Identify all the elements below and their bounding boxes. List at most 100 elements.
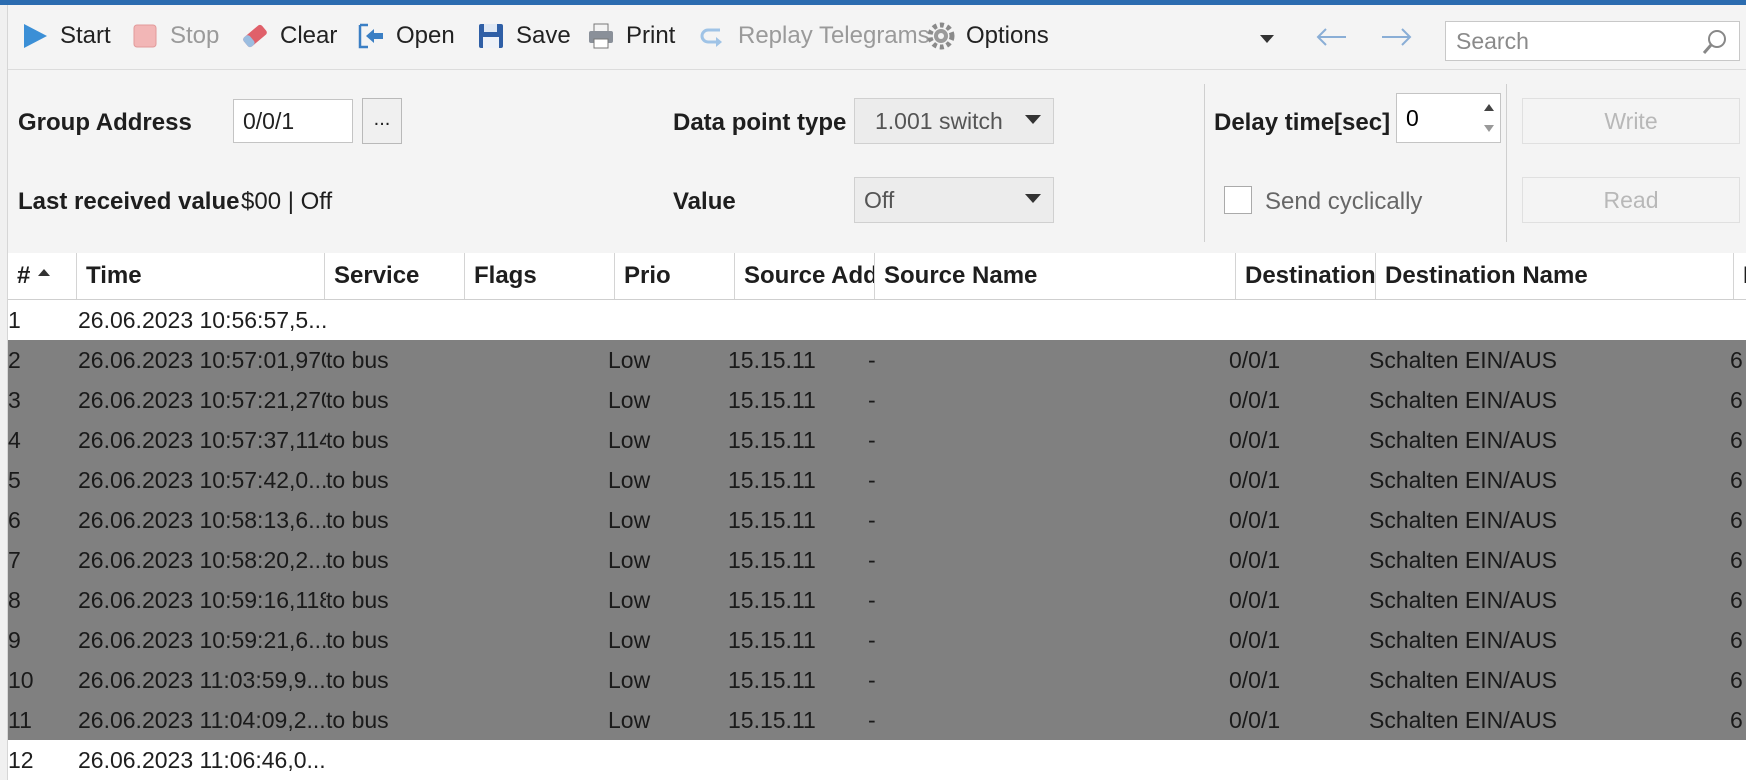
cell-prio: Low	[608, 587, 651, 613]
value-select[interactable]: Off	[854, 177, 1054, 223]
column-header-number[interactable]: #	[8, 253, 77, 299]
table-row[interactable]: 11 26.06.2023 11:04:09,2... to bus Low 15.15…	[8, 700, 1746, 740]
table-row[interactable]: 9 26.06.2023 10:59:21,6... to bus Low 15.15.…	[8, 620, 1746, 660]
replay-icon	[698, 21, 728, 51]
search-input[interactable]	[1446, 22, 1696, 60]
open-label: Open	[396, 22, 455, 49]
cell-service: to bus	[326, 627, 389, 653]
cell-number: 7	[8, 547, 21, 573]
table-row[interactable]: 10 26.06.2023 11:03:59,9... to bus Low 15.15…	[8, 660, 1746, 700]
cell-number: 2	[8, 347, 21, 373]
cell-prio: Low	[608, 427, 651, 453]
cell-number: 5	[8, 467, 21, 493]
clear-label: Clear	[280, 22, 338, 49]
table-row[interactable]: 1 26.06.2023 10:56:57,5...	[8, 300, 1746, 340]
gear-icon	[926, 21, 956, 51]
cell-number: 9	[8, 627, 21, 653]
value-label: Value	[673, 188, 736, 215]
send-cyclically-checkbox[interactable]	[1224, 186, 1252, 214]
column-header-flags[interactable]: Flags	[465, 253, 615, 299]
cell-prio: Low	[608, 547, 651, 573]
stop-button[interactable]: Stop	[130, 19, 219, 53]
start-button[interactable]: Start	[20, 19, 111, 53]
cell-source-address: 15.15.11	[728, 347, 816, 373]
search-box[interactable]	[1445, 21, 1740, 61]
telegram-table: 1 26.06.2023 10:56:57,5... 2 26.06.2023 10:…	[8, 300, 1746, 780]
cell-source-address	[728, 300, 878, 340]
column-header-info[interactable]: I	[1734, 253, 1746, 299]
options-button[interactable]: Options	[926, 19, 1049, 53]
search-icon[interactable]	[1701, 28, 1729, 56]
clear-button[interactable]: Clear	[240, 19, 337, 53]
cell-source-name: -	[868, 347, 876, 373]
dpt-value: 1.001 switch	[875, 107, 1003, 134]
column-header-destination-name[interactable]: Destination Name	[1376, 253, 1734, 299]
options-label: Options	[966, 22, 1049, 49]
print-button[interactable]: Print	[586, 19, 675, 53]
cell-flags	[466, 460, 616, 500]
table-row[interactable]: 7 26.06.2023 10:58:20,2... to bus Low 15.15.…	[8, 540, 1746, 580]
cell-destination-name: Schalten EIN/AUS	[1369, 707, 1557, 733]
write-button[interactable]: Write	[1522, 98, 1740, 144]
cell-time: 26.06.2023 11:03:59,9...	[78, 667, 326, 693]
cell-number: 3	[8, 387, 21, 413]
arrow-left-icon[interactable]	[1314, 25, 1348, 49]
cell-prio: Low	[608, 627, 651, 653]
floppy-icon	[476, 21, 506, 51]
cell-source-address: 15.15.11	[728, 627, 816, 653]
cell-source-address: 15.15.11	[728, 427, 816, 453]
group-address-input[interactable]: 0/0/1	[233, 99, 353, 143]
delay-stepper[interactable]	[1396, 93, 1501, 143]
cell-time: 26.06.2023 11:04:09,2...	[78, 707, 326, 733]
browse-address-button[interactable]: ...	[362, 98, 402, 144]
column-header-source-name[interactable]: Source Name	[875, 253, 1236, 299]
spin-up-icon[interactable]	[1484, 104, 1494, 111]
cell-source-address: 15.15.11	[728, 547, 816, 573]
column-header-destination[interactable]: Destination	[1236, 253, 1376, 299]
cell-source-address: 15.15.11	[728, 507, 816, 533]
cell-time: 26.06.2023 10:57:01,970	[78, 347, 326, 373]
column-header-prio[interactable]: Prio	[615, 253, 735, 299]
save-button[interactable]: Save	[476, 19, 571, 53]
delay-label: Delay time[sec]	[1214, 109, 1391, 136]
delay-input[interactable]	[1397, 94, 1478, 142]
cell-info: 6	[1730, 427, 1743, 453]
replay-telegrams-button[interactable]: Replay Telegrams	[698, 19, 930, 53]
cell-service: to bus	[326, 387, 389, 413]
cell-number: 4	[8, 427, 21, 453]
column-header-time[interactable]: Time	[77, 253, 325, 299]
save-label: Save	[516, 22, 571, 49]
cell-destination-name: Schalten EIN/AUS	[1369, 387, 1557, 413]
cell-destination: 0/0/1	[1229, 627, 1281, 653]
arrow-right-icon[interactable]	[1380, 25, 1414, 49]
spin-down-icon[interactable]	[1484, 125, 1494, 132]
cell-source-name: -	[868, 667, 876, 693]
cell-source-name: -	[868, 707, 876, 733]
table-row[interactable]: 4 26.06.2023 10:57:37,114 to bus Low 15.15.1…	[8, 420, 1746, 460]
last-received-value: $00 | Off	[241, 188, 333, 215]
table-row[interactable]: 2 26.06.2023 10:57:01,970 to bus Low 15.15.1…	[8, 340, 1746, 380]
cell-flags	[466, 300, 616, 340]
cell-time: 26.06.2023 10:58:13,6...	[78, 507, 326, 533]
table-row[interactable]: 3 26.06.2023 10:57:21,270 to bus Low 15.15.1…	[8, 380, 1746, 420]
column-header-service[interactable]: Service	[325, 253, 465, 299]
dpt-select[interactable]: 1.001 switch	[854, 98, 1054, 144]
cell-time: 26.06.2023 10:58:20,2...	[78, 547, 326, 573]
printer-icon	[586, 21, 616, 51]
cell-source-address: 15.15.11	[728, 667, 816, 693]
chevron-down-icon[interactable]	[1260, 35, 1274, 43]
open-button[interactable]: Open	[356, 19, 455, 53]
column-header-source-address[interactable]: Source Address	[735, 253, 875, 299]
stop-label: Stop	[170, 22, 220, 49]
table-row[interactable]: 8 26.06.2023 10:59:16,118 to bus Low 15.15.1…	[8, 580, 1746, 620]
read-button[interactable]: Read	[1522, 177, 1740, 223]
table-row[interactable]: 6 26.06.2023 10:58:13,6... to bus Low 15.15.…	[8, 500, 1746, 540]
table-row[interactable]: 5 26.06.2023 10:57:42,0... to bus Low 15.15.…	[8, 460, 1746, 500]
cell-destination-name: Schalten EIN/AUS	[1369, 547, 1557, 573]
cell-info: 6	[1730, 507, 1743, 533]
cell-destination: 0/0/1	[1229, 347, 1281, 373]
cell-time: 26.06.2023 10:59:21,6...	[78, 627, 326, 653]
cell-destination-name: Schalten EIN/AUS	[1369, 627, 1557, 653]
table-row[interactable]: 12 26.06.2023 11:06:46,0...	[8, 740, 1746, 780]
cell-prio: Low	[608, 347, 651, 373]
